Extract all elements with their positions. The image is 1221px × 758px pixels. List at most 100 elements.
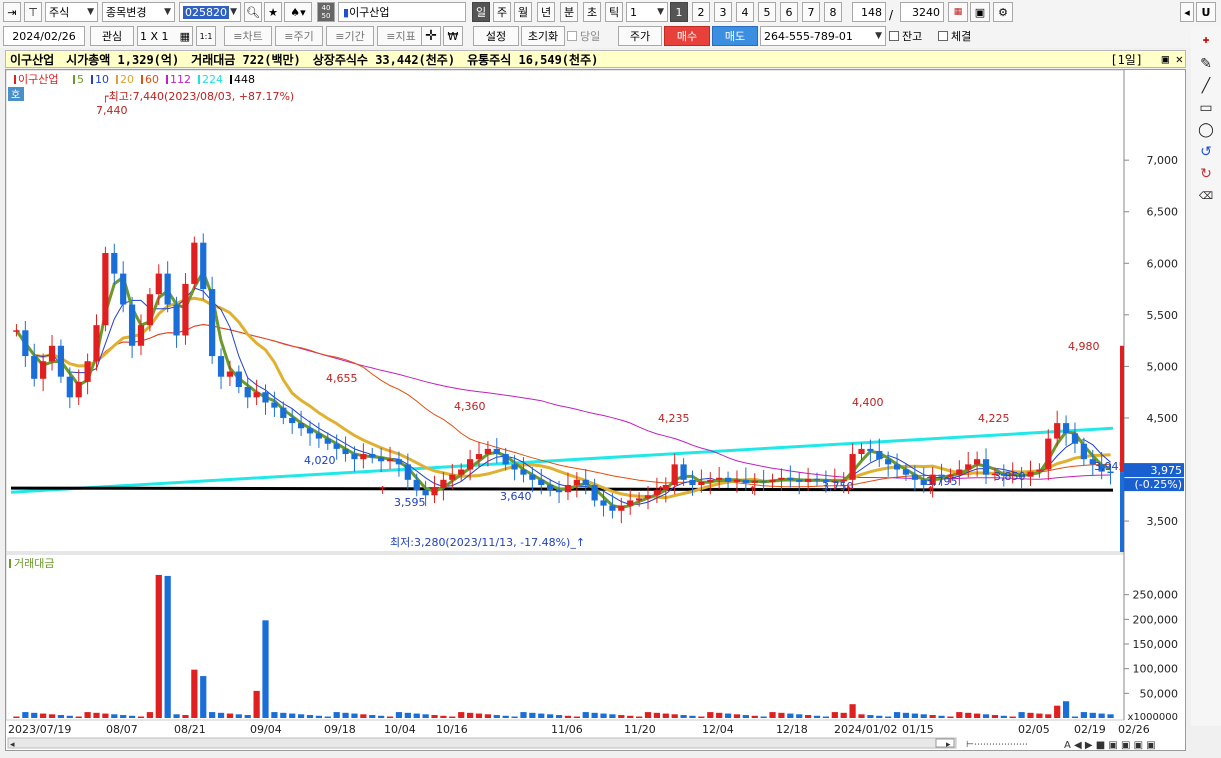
grid-layout-button[interactable]: 1 X 1 ▦ bbox=[137, 26, 193, 46]
volume-bar bbox=[369, 715, 376, 718]
u-button[interactable]: U bbox=[1196, 2, 1216, 22]
period-second[interactable]: 초 bbox=[583, 2, 601, 22]
close-icon[interactable]: ✕ bbox=[1176, 52, 1183, 66]
interval-select[interactable]: 1 ▼ bbox=[626, 2, 668, 22]
account-select[interactable]: 264-555-789-01 ▼ bbox=[760, 26, 886, 46]
volume-bar bbox=[778, 712, 785, 718]
volume-bar bbox=[582, 712, 589, 718]
fetch-more-icon[interactable]: ▦ bbox=[948, 2, 968, 22]
prev-icon[interactable]: ◂ bbox=[1180, 2, 1194, 22]
settings-button[interactable]: 설정 bbox=[473, 26, 519, 46]
reset-button[interactable]: 초기화 bbox=[521, 26, 565, 46]
current-price: 3,975 bbox=[1151, 464, 1183, 477]
undo-icon[interactable]: ↺ bbox=[1196, 142, 1216, 162]
high-note: ┌최고:7,440(2023/08/03, +87.17%) bbox=[102, 90, 294, 103]
stock-name-field[interactable]: ▮ 이구산업 bbox=[338, 2, 466, 22]
date-tick-label: 10/16 bbox=[436, 723, 468, 736]
indicator-menu-button[interactable]: ≡지표 bbox=[377, 26, 425, 46]
candle-body bbox=[698, 481, 705, 485]
candle-body bbox=[378, 457, 385, 462]
line-tool-icon[interactable]: ╱ bbox=[1196, 76, 1216, 96]
period-week[interactable]: 주 bbox=[493, 2, 511, 22]
star-icon[interactable]: ★ bbox=[264, 2, 282, 22]
chart-container[interactable]: 3,5004,0004,5005,0005,5006,0006,5007,000… bbox=[5, 69, 1186, 751]
volume-bar bbox=[440, 715, 447, 718]
volume-bar bbox=[760, 716, 767, 718]
chart-menu-button[interactable]: ≡차트 bbox=[224, 26, 272, 46]
buy-signal-arrow: ↑ bbox=[748, 484, 757, 497]
circle-tool-icon[interactable]: ◯ bbox=[1196, 120, 1216, 140]
dock-icon[interactable]: ⇥ bbox=[3, 2, 21, 22]
volume-bar bbox=[689, 715, 696, 718]
fill-checkbox[interactable]: 체결 bbox=[938, 26, 984, 46]
candle-body bbox=[635, 498, 643, 501]
page-2[interactable]: 2 bbox=[692, 2, 710, 22]
candle-body bbox=[386, 459, 394, 462]
stock-change-select[interactable]: 종목변경 ▼ bbox=[102, 2, 175, 22]
market-select[interactable]: 주식 ▼ bbox=[45, 2, 98, 22]
info-listed: 상장주식수 33,442(천주) bbox=[312, 52, 456, 67]
spade-menu-icon[interactable]: ♠▾ bbox=[284, 2, 312, 22]
page-5[interactable]: 5 bbox=[758, 2, 776, 22]
volume-bar bbox=[253, 690, 260, 718]
page-4[interactable]: 4 bbox=[736, 2, 754, 22]
volume-bar bbox=[289, 713, 296, 718]
page-8[interactable]: 8 bbox=[824, 2, 842, 22]
date-tick-label: 02/05 bbox=[1018, 723, 1050, 736]
grade-icon[interactable]: 40 50 bbox=[317, 2, 335, 22]
period-tick[interactable]: 틱 bbox=[605, 2, 623, 22]
volume-bar bbox=[662, 713, 669, 718]
eraser-icon[interactable]: ⌫ bbox=[1196, 186, 1216, 206]
redo-icon[interactable]: ↻ bbox=[1196, 164, 1216, 184]
rectangle-tool-icon[interactable]: ▭ bbox=[1196, 98, 1216, 118]
ratio-button[interactable]: 1:1 bbox=[196, 26, 216, 46]
period-minute[interactable]: 분 bbox=[560, 2, 578, 22]
info-mcap: 시가총액 1,329(억) bbox=[66, 52, 180, 67]
today-checkbox[interactable]: 당일 bbox=[567, 26, 611, 46]
volume-bar bbox=[431, 715, 438, 718]
interest-button[interactable]: 관심 bbox=[90, 26, 134, 46]
stock-code-input[interactable]: 025820 ▼ bbox=[179, 2, 241, 22]
volume-tick-label: 200,000 bbox=[1133, 613, 1179, 626]
period-day[interactable]: 일 bbox=[472, 2, 490, 22]
pencil-icon[interactable]: ✎ bbox=[1196, 54, 1216, 74]
candle-body bbox=[253, 392, 260, 398]
peak-label: 4,655 bbox=[326, 372, 358, 385]
page-1[interactable]: 1 bbox=[670, 2, 688, 22]
candle-body bbox=[128, 304, 136, 346]
balance-checkbox[interactable]: 잔고 bbox=[889, 26, 935, 46]
candle-body bbox=[742, 479, 749, 483]
legend-swatch bbox=[14, 75, 16, 84]
page-6[interactable]: 6 bbox=[780, 2, 798, 22]
info-name: 이구산업 bbox=[10, 52, 55, 67]
sell-button[interactable]: 매도 bbox=[712, 26, 758, 46]
tool-icon[interactable]: ✚ bbox=[1196, 30, 1216, 50]
pin-icon[interactable]: ⊤ bbox=[24, 2, 42, 22]
save-icon[interactable]: ▣ bbox=[970, 2, 990, 22]
won-icon[interactable]: ₩ bbox=[443, 26, 463, 46]
volume-bar bbox=[226, 713, 234, 718]
candle-body bbox=[529, 474, 536, 480]
date-field[interactable]: 2024/02/26 bbox=[3, 26, 85, 46]
legend-swatch bbox=[116, 75, 118, 84]
buy-button[interactable]: 매수 bbox=[664, 26, 710, 46]
range-menu-button[interactable]: ≡기간 bbox=[326, 26, 374, 46]
count-input[interactable]: 148 bbox=[852, 2, 886, 22]
candle-body bbox=[555, 490, 563, 493]
chart-svg[interactable]: 3,5004,0004,5005,0005,5006,0006,5007,000… bbox=[5, 69, 1185, 751]
crosshair-icon[interactable]: ✛ bbox=[421, 26, 441, 46]
period-menu-button[interactable]: ≡주기 bbox=[275, 26, 323, 46]
page-7[interactable]: 7 bbox=[802, 2, 820, 22]
volume-bar bbox=[680, 715, 687, 718]
candle-body bbox=[911, 474, 918, 480]
candle-body bbox=[849, 454, 856, 480]
settings-icon[interactable]: ⚙ bbox=[993, 2, 1013, 22]
search-icon[interactable]: 🔍︎ bbox=[244, 2, 262, 22]
period-month[interactable]: 월 bbox=[514, 2, 532, 22]
page-3[interactable]: 3 bbox=[714, 2, 732, 22]
period-year[interactable]: 년 bbox=[537, 2, 555, 22]
candle-body bbox=[333, 443, 340, 449]
price-button[interactable]: 주가 bbox=[618, 26, 662, 46]
volume-bar bbox=[102, 713, 109, 718]
maximize-icon[interactable]: ▣ bbox=[1162, 52, 1169, 66]
